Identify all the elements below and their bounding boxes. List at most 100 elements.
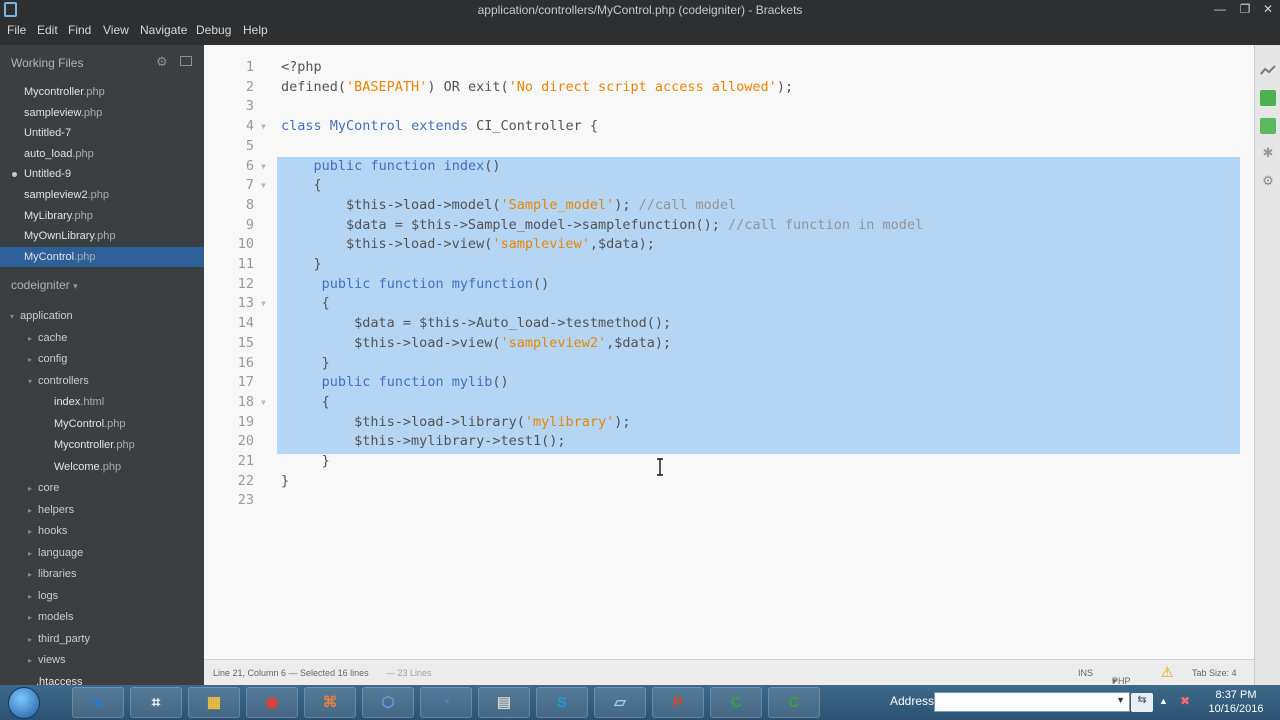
chevron-right-icon[interactable]: ▸: [28, 544, 38, 564]
code-line[interactable]: 8 $this->load->model('Sample_model'); //…: [204, 197, 1254, 217]
code-line[interactable]: 9 $data = $this->Sample_model->samplefun…: [204, 217, 1254, 237]
tree-folder[interactable]: ▸ models: [28, 607, 73, 627]
code-line[interactable]: 20 $this->mylibrary->test1();: [204, 433, 1254, 453]
tree-folder[interactable]: ▾ controllers: [28, 371, 89, 391]
working-file-item[interactable]: sampleview2.php: [0, 185, 204, 205]
code-line[interactable]: 2 defined('BASEPATH') OR exit('No direct …: [204, 79, 1254, 99]
menu-debug[interactable]: Debug: [196, 23, 231, 37]
code-line[interactable]: 15 $this->load->view('sampleview2',$data…: [204, 335, 1254, 355]
extension-icon[interactable]: [1260, 118, 1276, 134]
working-file-item[interactable]: MyOwnLibrary.php: [0, 226, 204, 246]
ins-toggle[interactable]: INS: [1078, 668, 1093, 678]
tree-file[interactable]: .htaccess: [36, 672, 82, 686]
tree-file[interactable]: MyControl.php: [54, 414, 126, 434]
menu-help[interactable]: Help: [243, 23, 268, 37]
fold-toggle-icon[interactable]: ▼: [261, 162, 266, 171]
chevron-right-icon[interactable]: ▸: [28, 522, 38, 542]
tree-folder[interactable]: ▸ config: [28, 349, 67, 369]
warning-icon[interactable]: ⚠: [1161, 664, 1174, 681]
code-line[interactable]: 23: [204, 492, 1254, 512]
fold-toggle-icon[interactable]: ▼: [261, 181, 266, 190]
go-button[interactable]: ⇆: [1131, 693, 1153, 712]
chevron-right-icon[interactable]: ▸: [28, 350, 38, 370]
chevron-right-icon[interactable]: ▸: [28, 479, 38, 499]
clock[interactable]: 8:37 PM 10/16/2016: [1196, 688, 1276, 716]
code-line[interactable]: 5: [204, 138, 1254, 158]
code-line[interactable]: 10 $this->load->view('sampleview',$data)…: [204, 236, 1254, 256]
fold-toggle-icon[interactable]: ▼: [261, 398, 266, 407]
code-line[interactable]: 12 public function myfunction(): [204, 276, 1254, 296]
tray-arrow-icon[interactable]: ▲: [1159, 696, 1168, 706]
taskbar-app-button[interactable]: e: [72, 687, 124, 718]
tree-folder[interactable]: ▸ language: [28, 543, 83, 563]
minimize-button[interactable]: —: [1208, 1, 1232, 18]
code-line[interactable]: 11 }: [204, 256, 1254, 276]
code-line[interactable]: 13 ▼ {: [204, 295, 1254, 315]
chevron-right-icon[interactable]: ▸: [28, 651, 38, 671]
chevron-down-icon[interactable]: ▾: [10, 307, 20, 327]
settings-icon[interactable]: ⚙: [1260, 173, 1276, 189]
gear-icon[interactable]: ⚙: [156, 54, 168, 70]
code-editor[interactable]: 1 <?php 2 defined('BASEPATH') OR exit('No d…: [204, 45, 1254, 659]
tree-folder[interactable]: ▾ application: [10, 306, 73, 326]
taskbar-app-button[interactable]: ◉: [246, 687, 298, 718]
code-line[interactable]: 17 public function mylib(): [204, 374, 1254, 394]
chevron-right-icon[interactable]: ▸: [28, 587, 38, 607]
tree-folder[interactable]: ▸ third_party: [28, 629, 90, 649]
code-line[interactable]: 7 ▼ {: [204, 177, 1254, 197]
taskbar-app-button[interactable]: ⬡: [362, 687, 414, 718]
address-input[interactable]: ▼: [934, 692, 1130, 712]
tree-file[interactable]: Welcome.php: [54, 457, 121, 477]
menu-edit[interactable]: Edit: [37, 23, 58, 37]
lightbulb-icon[interactable]: ✱: [1260, 145, 1276, 161]
chevron-right-icon[interactable]: ▸: [28, 630, 38, 650]
working-file-item[interactable]: Untitled-9: [0, 164, 204, 184]
taskbar-app-button[interactable]: S: [536, 687, 588, 718]
tree-folder[interactable]: ▸ logs: [28, 586, 58, 606]
working-file-item[interactable]: MyLibrary.php: [0, 206, 204, 226]
chevron-right-icon[interactable]: ▸: [28, 608, 38, 628]
code-line[interactable]: 14 $data = $this->Auto_load->testmethod(…: [204, 315, 1254, 335]
working-file-item[interactable]: auto_load.php: [0, 144, 204, 164]
restore-button[interactable]: ❐: [1233, 1, 1257, 18]
fold-toggle-icon[interactable]: ▼: [261, 122, 266, 131]
working-file-item[interactable]: sampleview.php: [0, 103, 204, 123]
taskbar-app-button[interactable]: P: [652, 687, 704, 718]
tree-folder[interactable]: ▸ cache: [28, 328, 67, 348]
network-icon[interactable]: ✖: [1180, 694, 1190, 708]
taskbar-app-button[interactable]: C: [768, 687, 820, 718]
menu-view[interactable]: View: [103, 23, 129, 37]
tree-file[interactable]: index.html: [54, 392, 104, 412]
tree-folder[interactable]: ▸ hooks: [28, 521, 67, 541]
working-file-item[interactable]: Mycontroller.php: [0, 82, 204, 102]
code-line[interactable]: 18 ▼ {: [204, 394, 1254, 414]
split-view-icon[interactable]: [180, 56, 192, 66]
taskbar-app-button[interactable]: ▱: [594, 687, 646, 718]
taskbar-app-button[interactable]: ▤: [478, 687, 530, 718]
tree-folder[interactable]: ▸ views: [28, 650, 66, 670]
live-preview-icon[interactable]: [1260, 63, 1276, 79]
taskbar-app-button[interactable]: ⌗: [130, 687, 182, 718]
code-line[interactable]: 4 ▼ class MyControl extends CI_Controller …: [204, 118, 1254, 138]
menu-file[interactable]: File: [7, 23, 26, 37]
tree-folder[interactable]: ▸ core: [28, 478, 59, 498]
menu-find[interactable]: Find: [68, 23, 91, 37]
chevron-right-icon[interactable]: ▸: [28, 565, 38, 585]
taskbar-app-button[interactable]: C: [710, 687, 762, 718]
chevron-right-icon[interactable]: ▸: [28, 329, 38, 349]
start-button[interactable]: [8, 687, 40, 719]
project-title[interactable]: codeigniter ▾: [11, 278, 78, 292]
taskbar-app-button[interactable]: ⌘: [304, 687, 356, 718]
chevron-down-icon[interactable]: ▾: [28, 372, 38, 392]
working-file-item[interactable]: MyControl.php: [0, 246, 204, 267]
code-line[interactable]: 19 $this->load->library('mylibrary');: [204, 414, 1254, 434]
code-line[interactable]: 3: [204, 98, 1254, 118]
taskbar-app-button[interactable]: ◔: [420, 687, 472, 718]
extension-manager-icon[interactable]: [1260, 90, 1276, 106]
close-button[interactable]: ✕: [1256, 1, 1280, 18]
code-line[interactable]: 21 }: [204, 453, 1254, 473]
code-line[interactable]: 22}: [204, 473, 1254, 493]
tree-folder[interactable]: ▸ libraries: [28, 564, 77, 584]
tree-file[interactable]: Mycontroller.php: [54, 435, 135, 455]
menu-navigate[interactable]: Navigate: [140, 23, 187, 37]
